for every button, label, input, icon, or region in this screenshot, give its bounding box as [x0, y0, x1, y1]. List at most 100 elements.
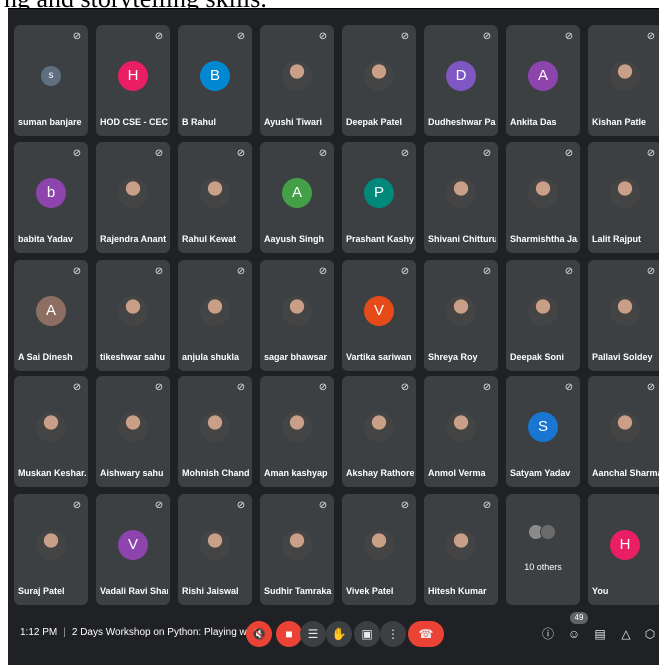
avatar-photo	[200, 178, 230, 208]
mic-muted-icon: ⊘	[154, 148, 164, 159]
participant-tile[interactable]: ⊘ D Dudheshwar Pa...	[424, 25, 498, 136]
participant-tile[interactable]: ⊘ A Aayush Singh	[260, 142, 334, 253]
participant-tile[interactable]: ⊘ Suraj Patel	[14, 494, 88, 605]
participant-tile[interactable]: ⊘ Deepak Soni	[506, 260, 580, 371]
participant-tile[interactable]: ⊘ Aman kashyap	[260, 376, 334, 487]
participant-tile[interactable]: ⊘ tikeshwar sahu	[96, 260, 170, 371]
participant-tile[interactable]: ⊘ Rajendra Anant	[96, 142, 170, 253]
participant-tile[interactable]: ⊘ Ayushi Tiwari	[260, 25, 334, 136]
avatar-initial: s	[41, 66, 61, 86]
participant-tile[interactable]: ⊘ A Ankita Das	[506, 25, 580, 136]
avatar-initial: A	[36, 296, 66, 326]
others-label: 10 others	[524, 562, 562, 572]
participant-name: Dudheshwar Pa...	[428, 117, 496, 127]
others-tile[interactable]: 10 others	[506, 494, 580, 605]
participant-name: Lalit Rajput	[592, 234, 641, 244]
activities-icon[interactable]: △	[618, 626, 634, 642]
raise-hand-icon[interactable]: ✋	[326, 621, 352, 647]
participant-tile[interactable]: ⊘ Rishi Jaiswal	[178, 494, 252, 605]
mic-muted-icon: ⊘	[72, 500, 82, 511]
participant-name: Sudhir Tamrakar	[264, 586, 332, 596]
mic-off-icon[interactable]: 🔇	[246, 621, 272, 647]
participant-tile[interactable]: ⊘ Sharmishtha Ja...	[506, 142, 580, 253]
participant-tile[interactable]: ⊘ Lalit Rajput	[588, 142, 659, 253]
participant-tile[interactable]: ⊘ Hitesh Kumar	[424, 494, 498, 605]
mic-muted-icon: ⊘	[646, 31, 656, 42]
camera-off-icon[interactable]: ■	[276, 621, 302, 647]
participant-tile[interactable]: ⊘ b babita Yadav	[14, 142, 88, 253]
participant-tile[interactable]: ⊘ Shivani Chitturu	[424, 142, 498, 253]
participant-tile[interactable]: ⊘ V Vartika sariwan	[342, 260, 416, 371]
avatar-initial: H	[610, 530, 640, 560]
participant-tile[interactable]: ⊘ Shreya Roy	[424, 260, 498, 371]
mic-muted-icon: ⊘	[318, 31, 328, 42]
participant-name: A Sai Dinesh	[18, 352, 73, 362]
avatar-initial: H	[118, 61, 148, 91]
mic-muted-icon: ⊘	[482, 148, 492, 159]
participant-tile[interactable]: ⊘ anjula shukla	[178, 260, 252, 371]
mic-muted-icon: ⊘	[72, 31, 82, 42]
participant-tile[interactable]: ⊘ V Vadali Ravi Shan...	[96, 494, 170, 605]
avatar-photo	[282, 530, 312, 560]
avatar-photo	[282, 296, 312, 326]
avatar-photo	[200, 412, 230, 442]
participant-count-badge: 49	[570, 612, 588, 624]
participant-tile[interactable]: ⊘ A A Sai Dinesh	[14, 260, 88, 371]
leave-call-icon[interactable]: ☎	[408, 621, 444, 647]
avatar-photo	[446, 530, 476, 560]
participant-tile[interactable]: ⊘ Rahul Kewat	[178, 142, 252, 253]
mic-muted-icon: ⊘	[236, 382, 246, 393]
participant-tile[interactable]: ⊘ Kishan Patle	[588, 25, 659, 136]
avatar-photo	[446, 178, 476, 208]
chat-icon[interactable]: ▤	[592, 626, 608, 642]
mic-muted-icon: ⊘	[318, 382, 328, 393]
self-tile[interactable]: H You	[588, 494, 659, 605]
participant-tile[interactable]: ⊘ Mohnish Chandra	[178, 376, 252, 487]
participant-name: Muskan Keshar...	[18, 468, 86, 478]
meeting-details[interactable]: 1:12 PM | 2 Days Workshop on Python: Playi…	[20, 627, 260, 638]
participant-tile[interactable]: ⊘ P Prashant Kashyap	[342, 142, 416, 253]
host-controls-icon[interactable]: ⬡	[642, 626, 658, 642]
participant-tile[interactable]: ⊘ s suman banjare	[14, 25, 88, 136]
participant-name: Aman kashyap	[264, 468, 328, 478]
people-icon[interactable]: ☺	[566, 626, 582, 642]
participant-name: Deepak Soni	[510, 352, 565, 362]
participant-tile[interactable]: ⊘ Sudhir Tamrakar	[260, 494, 334, 605]
avatar-photo	[364, 412, 394, 442]
participant-tile[interactable]: ⊘ B B Rahul	[178, 25, 252, 136]
participant-tile[interactable]: ⊘ Anmol Verma	[424, 376, 498, 487]
mic-muted-icon: ⊘	[318, 148, 328, 159]
participant-name: You	[592, 586, 609, 596]
captions-icon[interactable]: ☰	[300, 621, 326, 647]
avatar-photo	[36, 412, 66, 442]
participant-tile[interactable]: ⊘ S Satyam Yadav	[506, 376, 580, 487]
participant-tile[interactable]: ⊘ H HOD CSE - CEC	[96, 25, 170, 136]
mic-muted-icon: ⊘	[318, 266, 328, 277]
mic-muted-icon: ⊘	[400, 500, 410, 511]
participant-tile[interactable]: ⊘ Akshay Rathore	[342, 376, 416, 487]
info-icon[interactable]: ⓘ	[540, 626, 556, 642]
avatar-photo	[364, 530, 394, 560]
participant-tile[interactable]: ⊘ Vivek Patel	[342, 494, 416, 605]
mic-muted-icon: ⊘	[400, 148, 410, 159]
mic-muted-icon: ⊘	[564, 31, 574, 42]
participant-tile[interactable]: ⊘ Aanchal Sharma	[588, 376, 659, 487]
avatar-photo	[282, 61, 312, 91]
mic-muted-icon: ⊘	[482, 500, 492, 511]
participant-tile[interactable]: ⊘ sagar bhawsar	[260, 260, 334, 371]
participant-tile[interactable]: ⊘ Pallavi Soldey	[588, 260, 659, 371]
participant-tile[interactable]: ⊘ Muskan Keshar...	[14, 376, 88, 487]
participant-tile[interactable]: ⊘ Deepak Patel	[342, 25, 416, 136]
participant-name: Akshay Rathore	[346, 468, 414, 478]
participant-name: Deepak Patel	[346, 117, 403, 127]
participant-name: Rahul Kewat	[182, 234, 237, 244]
participant-name: Satyam Yadav	[510, 468, 571, 478]
mic-muted-icon: ⊘	[154, 31, 164, 42]
present-icon[interactable]: ▣	[354, 621, 380, 647]
avatar-initial: V	[118, 530, 148, 560]
participant-tile[interactable]: ⊘ Aishwary sahu	[96, 376, 170, 487]
participant-name: suman banjare	[18, 117, 82, 127]
participant-name: Ankita Das	[510, 117, 557, 127]
more-options-icon[interactable]: ⋮	[380, 621, 406, 647]
avatar-initial: P	[364, 178, 394, 208]
